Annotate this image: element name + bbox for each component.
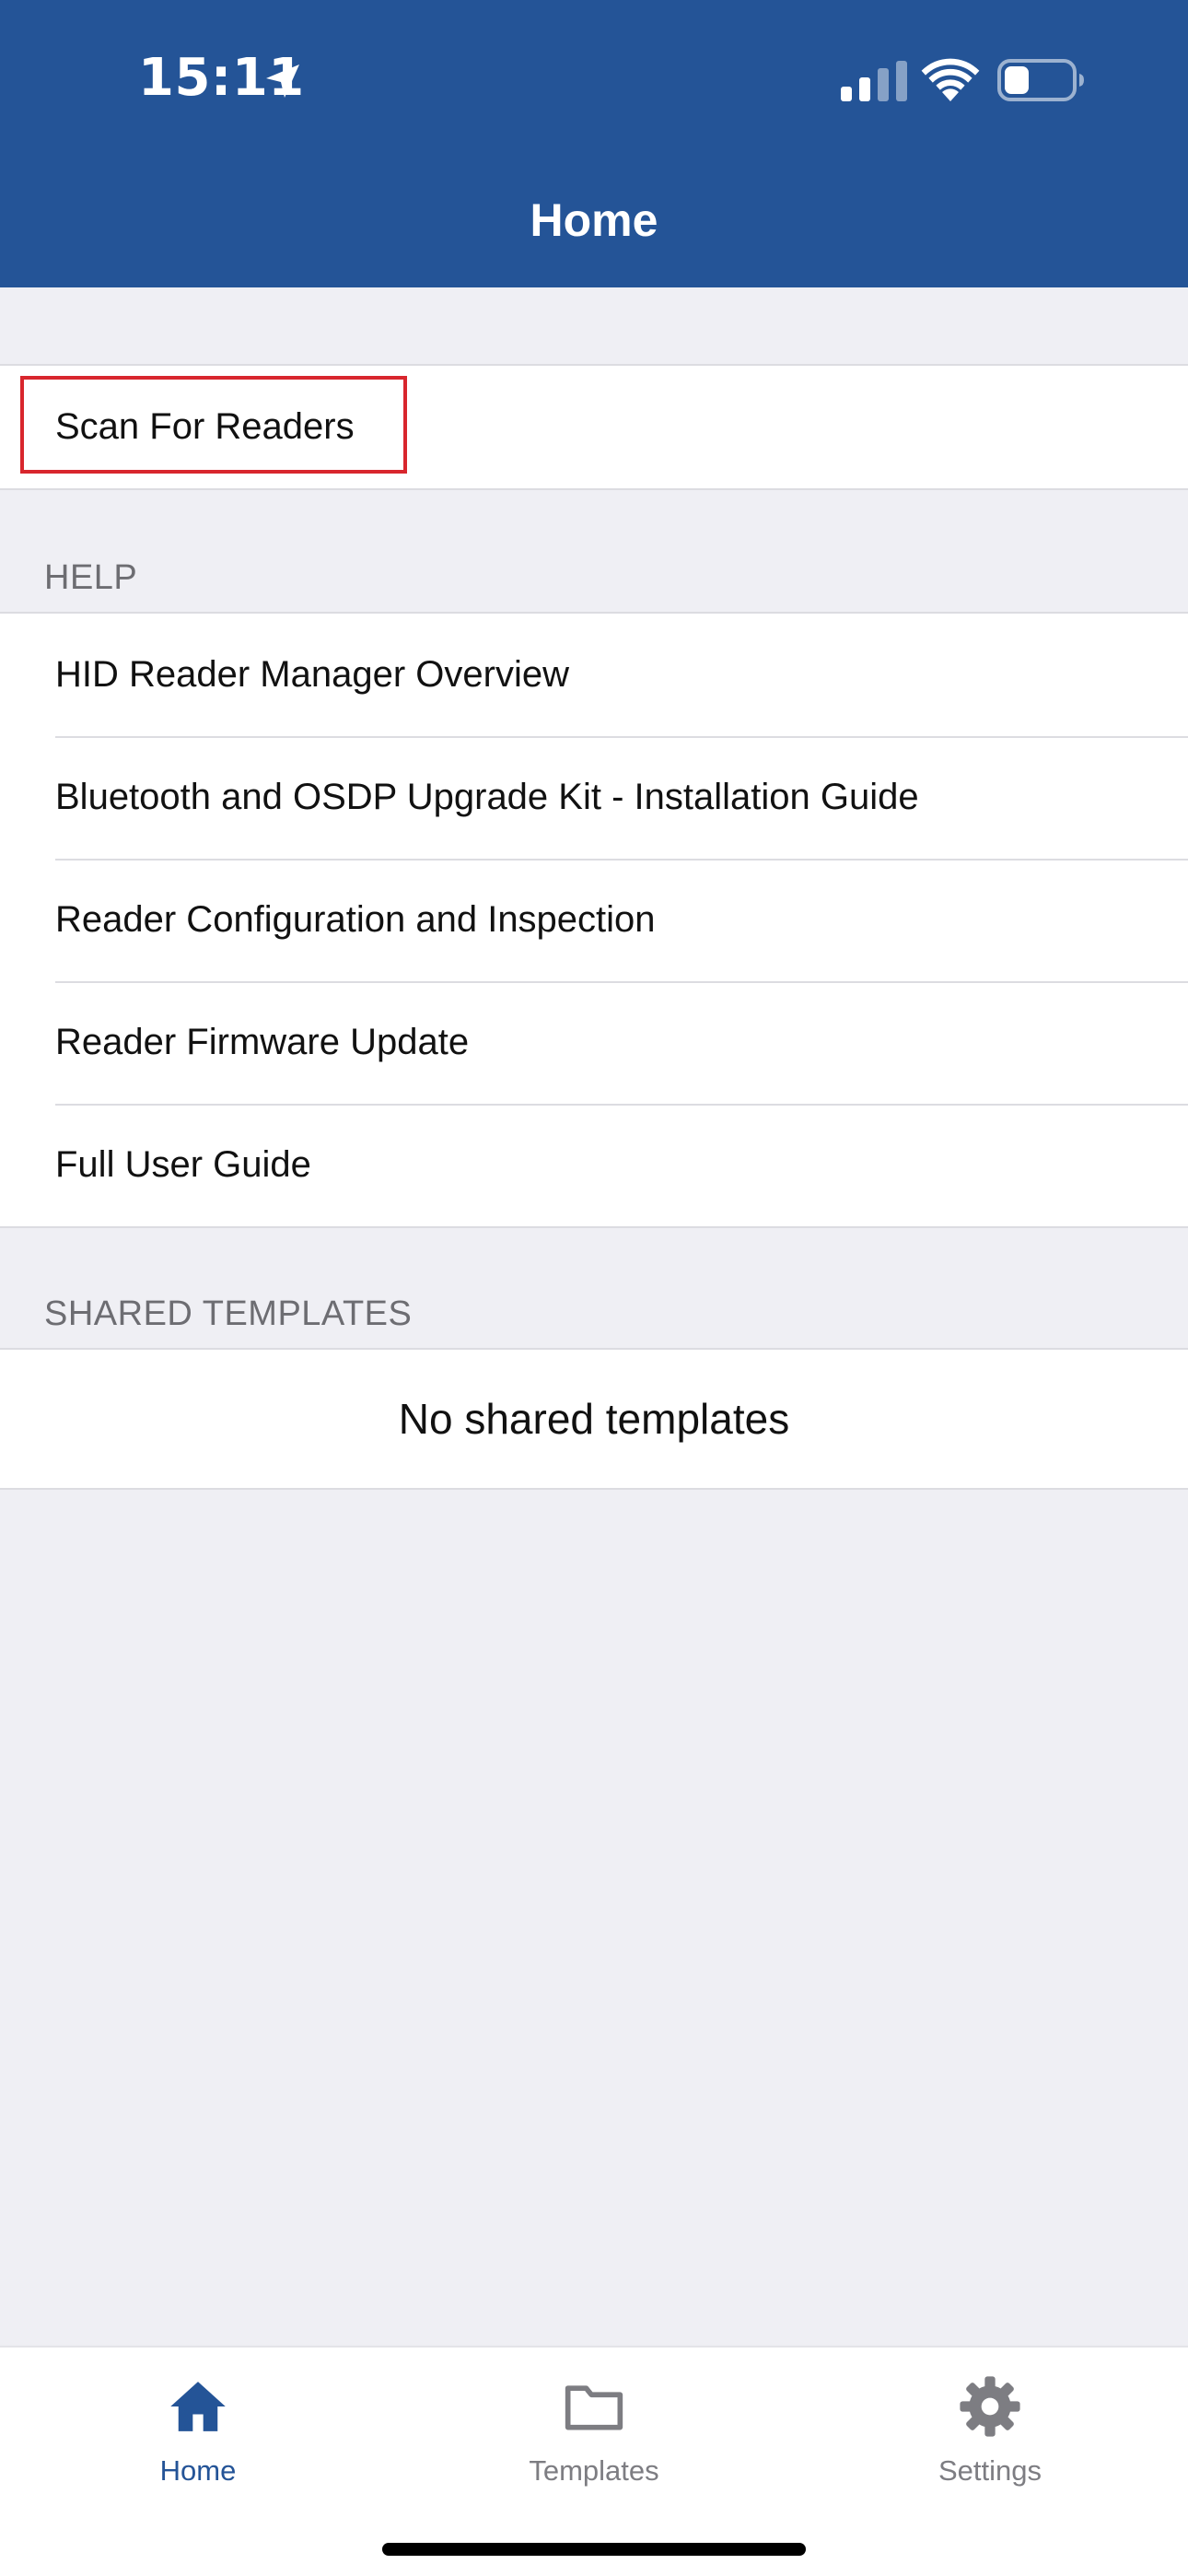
help-section-header: HELP [44, 558, 138, 597]
help-item-label: Reader Configuration and Inspection [55, 899, 656, 940]
help-item-configuration[interactable]: Reader Configuration and Inspection [0, 859, 1188, 981]
help-item-label: HID Reader Manager Overview [55, 654, 569, 695]
home-icon [170, 2382, 226, 2431]
app-screen: 15:11 Home Scan For Readers HELP HID Rea… [0, 0, 1188, 2576]
shared-templates-section-header: SHARED TEMPLATES [44, 1294, 413, 1333]
tab-templates-label: Templates [529, 2454, 659, 2487]
help-item-upgrade-kit-guide[interactable]: Bluetooth and OSDP Upgrade Kit - Install… [0, 736, 1188, 859]
nav-header: 15:11 Home [0, 0, 1188, 287]
help-item-overview[interactable]: HID Reader Manager Overview [0, 614, 1188, 736]
page-title: Home [530, 194, 658, 246]
tab-settings-label: Settings [938, 2454, 1042, 2487]
help-section: HID Reader Manager Overview Bluetooth an… [0, 612, 1188, 1228]
help-item-full-user-guide[interactable]: Full User Guide [0, 1104, 1188, 1226]
wifi-icon [921, 58, 980, 101]
shared-templates-section: No shared templates [0, 1348, 1188, 1490]
help-item-firmware-update[interactable]: Reader Firmware Update [0, 981, 1188, 1104]
scan-highlight-box [20, 376, 407, 474]
cellular-signal-icon [841, 61, 907, 101]
help-item-label: Bluetooth and OSDP Upgrade Kit - Install… [55, 777, 919, 817]
tab-home-label: Home [159, 2454, 237, 2487]
tab-templates[interactable]: Templates [456, 2348, 732, 2504]
tab-settings[interactable]: Settings [852, 2348, 1128, 2504]
help-item-label: Reader Firmware Update [55, 1022, 470, 1062]
help-item-label: Full User Guide [55, 1144, 311, 1185]
gear-icon [960, 2376, 1020, 2437]
folder-icon [565, 2385, 623, 2430]
home-indicator [382, 2543, 806, 2556]
tab-bar: Home Templates Settings [0, 2346, 1188, 2576]
battery-icon [997, 59, 1084, 101]
shared-templates-empty-state: No shared templates [398, 1395, 790, 1443]
tab-home[interactable]: Home [60, 2348, 336, 2504]
location-arrow-icon [266, 64, 299, 98]
